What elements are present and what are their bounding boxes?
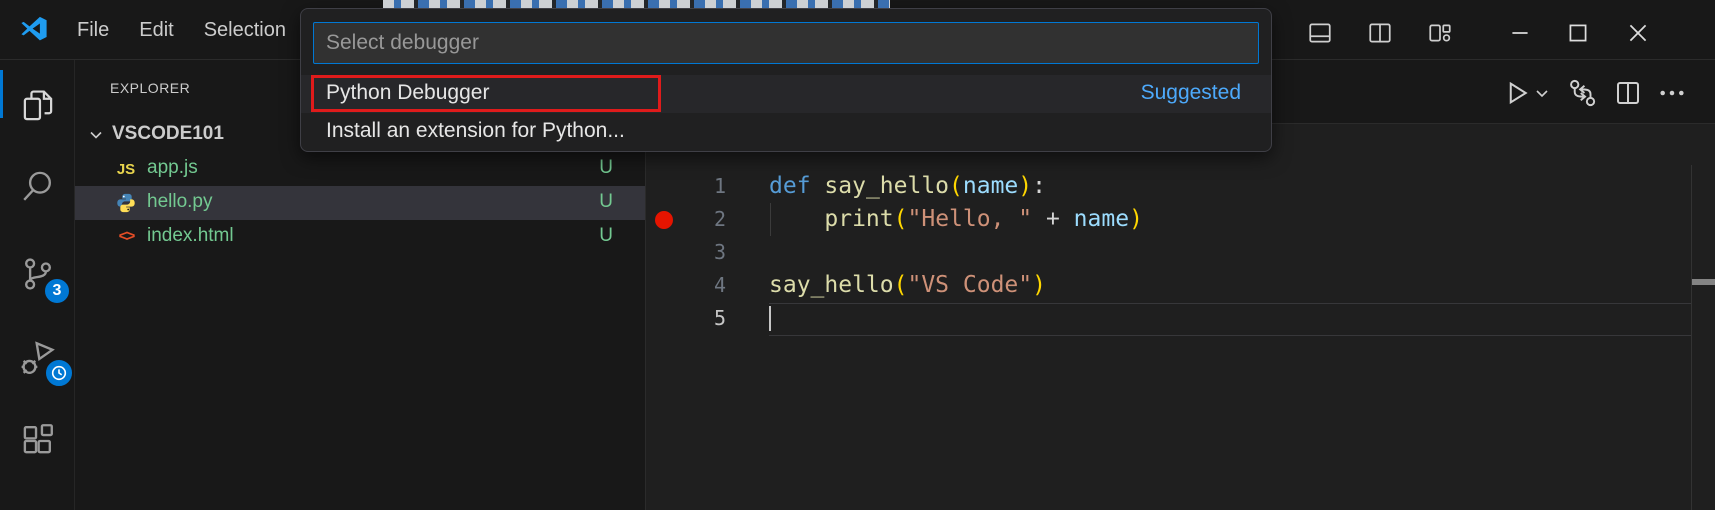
file-name: app.js <box>147 157 198 179</box>
git-status-badge: U <box>599 191 613 213</box>
file-row-hello.py[interactable]: hello.py U <box>75 186 645 220</box>
minimize-icon[interactable] <box>1503 20 1537 46</box>
activity-bar: 3 <box>0 60 75 510</box>
current-line-highlight <box>769 303 1692 336</box>
toggle-panel-icon[interactable] <box>1303 20 1337 46</box>
vscode-logo-icon <box>20 16 48 44</box>
code-token <box>769 206 824 232</box>
html-icon: <> <box>119 228 134 246</box>
clipped-selected-text <box>383 0 890 8</box>
debug-clock-badge <box>44 358 74 388</box>
code-line-4[interactable]: say_hello("VS Code") <box>769 269 1046 302</box>
file-name: hello.py <box>147 191 213 213</box>
explorer-icon[interactable] <box>17 85 59 127</box>
file-row-app.js[interactable]: JS app.js U <box>75 152 645 186</box>
search-icon[interactable] <box>17 165 59 207</box>
run-dropdown-chevron-icon[interactable] <box>1532 74 1552 112</box>
annotation-red-box <box>311 75 661 112</box>
code-token: + <box>1032 206 1074 232</box>
overview-ruler-cursor-marker <box>1692 279 1715 285</box>
file-row-index.html[interactable]: <> index.html U <box>75 220 645 254</box>
split-editor-layout-icon[interactable] <box>1363 20 1397 46</box>
menu-selection[interactable]: Selection <box>189 0 301 60</box>
chevron-down-icon <box>88 127 104 143</box>
js-icon-wrap: JS <box>115 158 137 180</box>
scrollbar-track[interactable] <box>1691 165 1692 510</box>
folder-name: VSCODE101 <box>112 123 224 145</box>
close-icon[interactable] <box>1621 20 1655 46</box>
suggested-badge: Suggested <box>1141 81 1241 105</box>
run-file-icon[interactable] <box>1499 74 1535 112</box>
code-token: say_hello <box>769 272 894 298</box>
menu-edit[interactable]: Edit <box>124 0 188 60</box>
code-line-1[interactable]: def say_hello(name): <box>769 170 1046 203</box>
breakpoint-dot[interactable] <box>655 211 673 229</box>
code-token <box>811 173 825 199</box>
file-name: index.html <box>147 225 234 247</box>
code-line-2[interactable]: print("Hello, " + name) <box>769 203 1143 236</box>
code-token: "VS Code" <box>907 272 1032 298</box>
html-icon-wrap: <> <box>115 226 137 248</box>
maximize-icon[interactable] <box>1561 20 1595 46</box>
more-actions-icon[interactable] <box>1654 74 1690 112</box>
code-token: ( <box>894 206 908 232</box>
split-editor-icon[interactable] <box>1610 74 1646 112</box>
git-status-badge: U <box>599 157 613 179</box>
line-number[interactable]: 1 <box>646 170 726 203</box>
line-number[interactable]: 5 <box>646 302 726 335</box>
open-changes-icon[interactable] <box>1562 74 1602 112</box>
python-icon <box>115 192 137 214</box>
code-token: print <box>824 206 893 232</box>
code-token: ( <box>894 272 908 298</box>
line-number[interactable]: 3 <box>646 236 726 269</box>
code-token: ) <box>1129 206 1143 232</box>
code-token: def <box>769 173 811 199</box>
js-icon: JS <box>117 161 135 178</box>
code-token: say_hello <box>824 173 949 199</box>
menu-file[interactable]: File <box>62 0 124 60</box>
extensions-icon[interactable] <box>17 420 59 462</box>
quickpick-item-label: Install an extension for Python... <box>326 119 625 143</box>
debugger-search-input[interactable] <box>313 22 1259 64</box>
code-token: ) <box>1018 173 1032 199</box>
code-token: name <box>963 173 1018 199</box>
code-token: "Hello, " <box>908 206 1033 232</box>
code-token: ( <box>949 173 963 199</box>
quickpick-item[interactable]: Install an extension for Python... <box>301 113 1271 151</box>
line-number[interactable]: 4 <box>646 269 726 302</box>
vscode-window: FileEditSelection <box>0 0 1715 510</box>
code-token: : <box>1032 173 1046 199</box>
quick-pick-panel: Python DebuggerSuggestedInstall an exten… <box>300 8 1272 152</box>
code-token: name <box>1074 206 1129 232</box>
code-token: ) <box>1032 272 1046 298</box>
customize-layout-icon[interactable] <box>1423 20 1457 46</box>
menu-bar: FileEditSelection <box>62 0 301 60</box>
explorer-title: EXPLORER <box>110 80 190 96</box>
git-status-badge: U <box>599 225 613 247</box>
scm-badge: 3 <box>43 277 71 305</box>
active-view-indicator <box>0 70 3 118</box>
python-icon-wrap <box>115 192 137 214</box>
text-cursor <box>769 306 771 331</box>
